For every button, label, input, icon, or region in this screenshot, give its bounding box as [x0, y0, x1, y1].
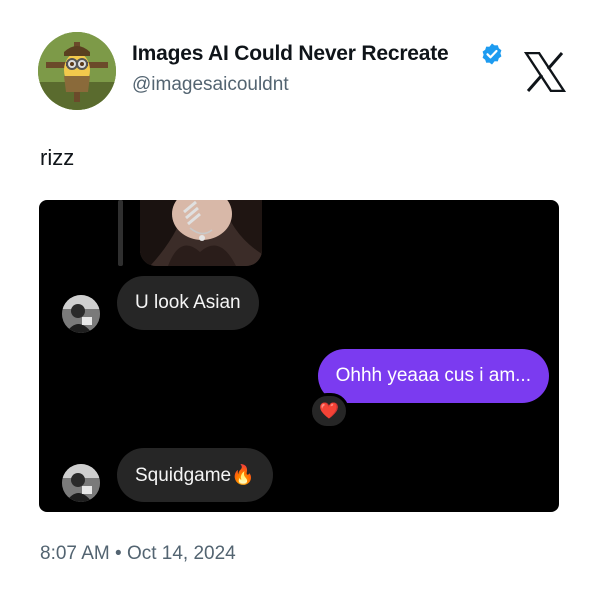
timestamp-separator: • [115, 543, 122, 564]
shared-photo [140, 200, 262, 266]
tweet-date: Oct 14, 2024 [126, 543, 236, 564]
sender-avatar[interactable] [62, 464, 100, 502]
tweet-media-image[interactable]: U look Asian Ohhh yeaaa cus i am... ❤️ S… [39, 200, 559, 512]
chat-message-received: Squidgame🔥 [117, 448, 273, 502]
author-avatar[interactable] [38, 32, 116, 110]
chat-message-sent: Ohhh yeaaa cus i am... [317, 349, 549, 403]
author-display-name[interactable]: Images AI Could Never Recreate [132, 42, 449, 66]
author-handle[interactable]: @imagesaicouldnt [132, 74, 289, 96]
heart-reaction-icon[interactable]: ❤️ [309, 393, 349, 429]
x-logo-icon[interactable] [524, 52, 566, 92]
tweet-time: 8:07 AM [40, 543, 110, 564]
message-text: U look Asian [135, 292, 241, 313]
verified-badge-icon [482, 43, 502, 65]
sender-avatar[interactable] [62, 295, 100, 333]
chat-message-received: U look Asian [117, 276, 259, 330]
tweet-timestamp[interactable]: 8:07 AM • Oct 14, 2024 [40, 543, 236, 565]
minion-scarecrow-avatar [38, 32, 116, 110]
message-text: Ohhh yeaaa cus i am... [335, 365, 531, 386]
tweet-text: rizz [40, 145, 75, 170]
reply-thread-line [118, 200, 123, 266]
message-text: Squidgame🔥 [135, 465, 255, 486]
